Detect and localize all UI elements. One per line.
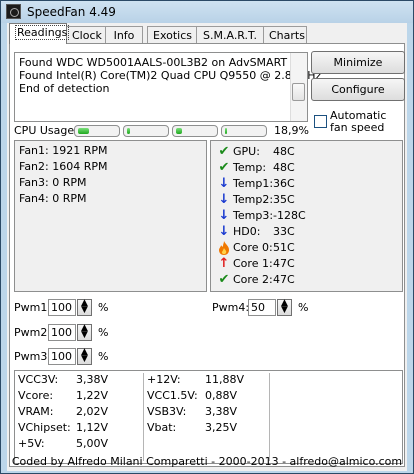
window-title: SpeedFan 4.49 xyxy=(27,5,116,19)
tab-info[interactable]: Info xyxy=(105,26,143,43)
readings-panel: Found WDC WD5001AALS-00L3B2 on AdvSMART … xyxy=(9,43,405,467)
pwm4-unit: % xyxy=(298,301,309,314)
log-line: Found Intel(R) Core(TM)2 Quad CPU Q9550 … xyxy=(19,69,322,82)
arrow-up-icon: ↑ xyxy=(218,256,230,271)
cpu-usage-value: 18,9% xyxy=(274,124,309,137)
pwm4-input[interactable]: 50 xyxy=(248,299,276,316)
pwm4-stepper[interactable]: ▲ ▼ xyxy=(277,299,292,316)
voltage-column-divider xyxy=(269,373,270,461)
fan-row: Fan4: 0 RPM xyxy=(19,192,87,205)
pwm3-input[interactable]: 100 xyxy=(48,348,76,365)
arrow-down-icon: ↓ xyxy=(218,192,230,207)
pwm2-unit: % xyxy=(98,326,109,339)
pwm1-input[interactable]: 100 xyxy=(48,299,76,316)
fan-row: Fan3: 0 RPM xyxy=(19,176,87,189)
meter-fill xyxy=(176,128,182,134)
client-area: Readings Clock Info Exotics S.M.A.R.T. C… xyxy=(7,23,407,471)
automatic-fan-speed-label: Automatic fan speed xyxy=(330,109,387,134)
tab-charts[interactable]: Charts xyxy=(263,26,307,43)
fan-row: Fan2: 1604 RPM xyxy=(19,160,108,173)
cpu-core-meter xyxy=(74,125,120,137)
check-icon: ✔ xyxy=(218,272,230,287)
tab-clock[interactable]: Clock xyxy=(66,26,106,43)
tab-smart[interactable]: S.M.A.R.T. xyxy=(196,26,264,43)
cpu-usage-label: CPU Usage xyxy=(14,124,75,137)
check-icon: ✔ xyxy=(218,160,230,175)
flame-icon xyxy=(217,241,231,255)
voltages-box: VCC3V: 3,38V Vcore: 1,22V VRAM: 2,02V VChip… xyxy=(14,370,403,464)
arrow-down-icon: ↓ xyxy=(218,176,230,191)
arrow-down-icon: ↓ xyxy=(218,224,230,239)
pwm2-label: Pwm2: xyxy=(14,326,52,339)
scrollbar-thumb[interactable] xyxy=(292,83,305,101)
pwm1-unit: % xyxy=(98,301,109,314)
log-line: Found WDC WD5001AALS-00L3B2 on AdvSMART xyxy=(19,56,288,69)
cpu-core-meter xyxy=(172,125,218,137)
temperatures-box: ✔ GPU: 48C ✔ Temp: 48C ↓ Temp1: 36C ↓ Te… xyxy=(210,140,403,292)
fans-box: Fan1: 1921 RPM Fan2: 1604 RPM Fan3: 0 RP… xyxy=(14,140,207,292)
speedfan-app-icon xyxy=(6,4,21,19)
minimize-button[interactable]: Minimize xyxy=(311,51,405,74)
meter-fill xyxy=(225,128,227,134)
configure-button[interactable]: Configure xyxy=(311,78,405,101)
arrow-down-icon: ↓ xyxy=(218,208,230,223)
detection-log[interactable]: Found WDC WD5001AALS-00L3B2 on AdvSMART … xyxy=(14,52,321,122)
speedfan-window: SpeedFan 4.49 Readings Clock Info Exotic… xyxy=(0,0,414,474)
log-lines: Found WDC WD5001AALS-00L3B2 on AdvSMART … xyxy=(19,56,321,95)
title-bar[interactable]: SpeedFan 4.49 xyxy=(1,1,413,23)
pwm1-label: Pwm1: xyxy=(14,301,52,314)
footer-credits: Coded by Alfredo Milani Comparetti - 200… xyxy=(11,455,403,468)
pwm3-unit: % xyxy=(98,350,109,363)
tab-readings[interactable]: Readings xyxy=(9,23,70,44)
fan-row: Fan1: 1921 RPM xyxy=(19,144,108,157)
pwm4-label: Pwm4: xyxy=(212,301,250,314)
pwm3-label: Pwm3: xyxy=(14,350,52,363)
tab-exotics[interactable]: Exotics xyxy=(147,26,197,43)
log-scrollbar[interactable] xyxy=(290,53,307,121)
pwm2-stepper[interactable]: ▲ ▼ xyxy=(77,324,92,341)
cpu-core-meter xyxy=(221,125,267,137)
pwm2-input[interactable]: 100 xyxy=(48,324,76,341)
log-line: End of detection xyxy=(19,82,110,95)
cpu-core-meter xyxy=(123,125,169,137)
meter-fill xyxy=(78,128,89,134)
voltage-column-divider xyxy=(143,373,144,461)
pwm3-stepper[interactable]: ▲ ▼ xyxy=(77,348,92,365)
automatic-fan-speed-checkbox[interactable] xyxy=(314,115,327,128)
check-icon: ✔ xyxy=(218,144,230,159)
pwm1-stepper[interactable]: ▲ ▼ xyxy=(77,299,92,316)
meter-fill xyxy=(127,128,130,134)
